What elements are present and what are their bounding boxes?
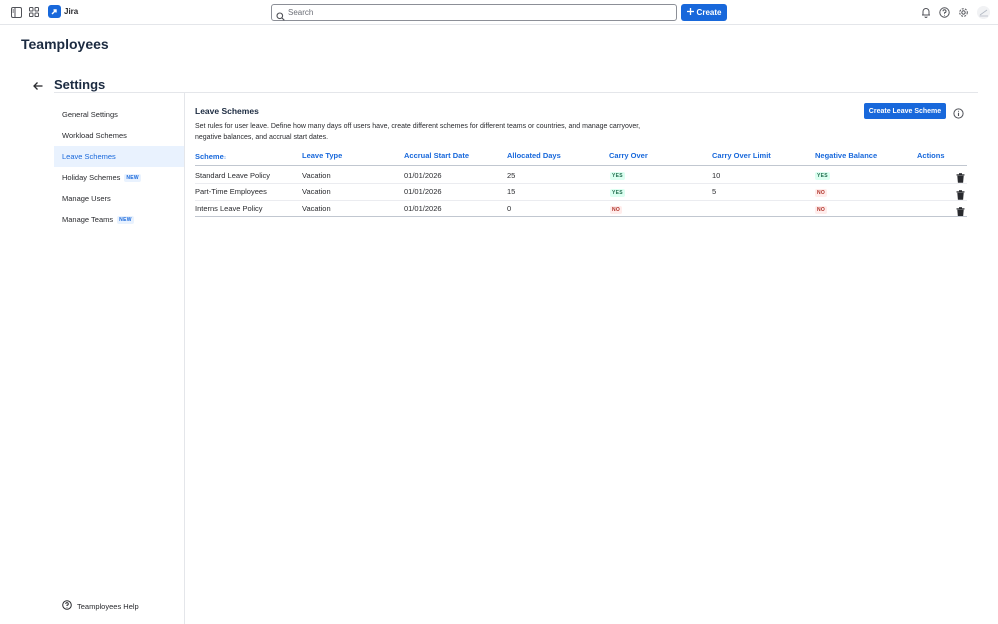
cell-accrual-start-date: 01/01/2026 <box>404 204 442 213</box>
help-link[interactable]: Teamployees Help <box>62 600 139 612</box>
status-badge: YES <box>610 189 625 197</box>
help-icon[interactable] <box>937 5 951 19</box>
plus-icon <box>686 8 694 17</box>
row-divider <box>195 200 967 201</box>
settings-sidebar: General Settings Workload Schemes Leave … <box>54 93 185 624</box>
cell-leave-type: Vacation <box>302 204 331 213</box>
cell-scheme: Interns Leave Policy <box>195 204 263 213</box>
sidebar-item-leave-schemes[interactable]: Leave Schemes <box>54 146 184 167</box>
column-header-actions: Actions <box>917 151 945 160</box>
column-header-negative-balance[interactable]: Negative Balance <box>815 151 877 160</box>
section-description: Set rules for user leave. Define how man… <box>195 123 641 141</box>
cell-scheme: Standard Leave Policy <box>195 171 271 180</box>
create-button[interactable]: Create <box>681 4 727 21</box>
table-header-divider <box>195 165 967 166</box>
section-title: Leave Schemes <box>195 106 259 116</box>
sidebar-item-label: Manage Teams <box>62 215 114 224</box>
sidebar-item-manage-teams[interactable]: Manage Teams NEW <box>54 209 184 230</box>
sidebar-item-general-settings[interactable]: General Settings <box>54 104 184 125</box>
sidebar-item-holiday-schemes[interactable]: Holiday Schemes NEW <box>54 167 184 188</box>
search-bar[interactable] <box>271 4 677 21</box>
cell-carry-over-limit: 5 <box>712 187 717 196</box>
sidebar-toggle-icon[interactable] <box>9 5 23 19</box>
row-divider <box>195 183 967 184</box>
search-input[interactable] <box>288 7 668 18</box>
cell-allocated-days: 15 <box>507 187 516 196</box>
new-badge: NEW <box>117 215 134 224</box>
new-badge: NEW <box>124 173 141 182</box>
sidebar-item-manage-users[interactable]: Manage Users <box>54 188 184 209</box>
cell-accrual-start-date: 01/01/2026 <box>404 171 442 180</box>
search-icon <box>276 8 285 26</box>
create-button-label: Create <box>696 8 722 17</box>
jira-logo-icon[interactable] <box>48 5 61 18</box>
column-header-carry-over-limit[interactable]: Carry Over Limit <box>712 151 771 160</box>
avatar[interactable] <box>977 6 990 19</box>
status-badge: YES <box>815 172 830 180</box>
column-header-scheme[interactable]: Scheme↕ <box>195 152 226 161</box>
cell-scheme: Part-Time Employees <box>195 187 267 196</box>
row-divider <box>195 216 967 217</box>
gear-icon[interactable] <box>956 5 970 19</box>
sidebar-item-label: General Settings <box>62 110 118 119</box>
column-header-leave-type[interactable]: Leave Type <box>302 151 342 160</box>
top-navigation-bar: Jira Create <box>0 0 998 25</box>
app-switcher-icon[interactable] <box>27 5 41 19</box>
sidebar-item-label: Leave Schemes <box>62 152 116 161</box>
status-badge: YES <box>610 172 625 180</box>
divider <box>54 92 978 93</box>
column-header-allocated-days[interactable]: Allocated Days <box>507 151 561 160</box>
cell-allocated-days: 25 <box>507 171 516 180</box>
page-title: Settings <box>54 77 106 92</box>
sidebar-item-label: Holiday Schemes <box>62 173 121 182</box>
column-header-label: Scheme <box>195 152 224 161</box>
cell-leave-type: Vacation <box>302 171 331 180</box>
column-header-accrual-start-date[interactable]: Accrual Start Date <box>404 151 469 160</box>
bell-icon[interactable] <box>919 5 933 19</box>
trash-icon[interactable] <box>956 204 965 217</box>
app-title: Teamployees <box>21 36 109 52</box>
cell-allocated-days: 0 <box>507 204 512 213</box>
cell-carry-over-limit: 10 <box>712 171 721 180</box>
app-name[interactable]: Jira <box>64 7 78 16</box>
trash-icon[interactable] <box>956 170 965 183</box>
status-badge: NO <box>815 206 828 214</box>
status-badge: NO <box>815 189 828 197</box>
help-link-label: Teamployees Help <box>77 601 139 611</box>
cell-leave-type: Vacation <box>302 187 331 196</box>
help-circle-icon <box>62 600 72 612</box>
create-leave-scheme-button[interactable]: Create Leave Scheme <box>864 103 946 119</box>
sidebar-item-label: Manage Users <box>62 194 111 203</box>
status-badge: NO <box>610 206 623 214</box>
sidebar-item-label: Workload Schemes <box>62 131 127 140</box>
sort-icon: ↕ <box>223 155 227 161</box>
sidebar-item-workload-schemes[interactable]: Workload Schemes <box>54 125 184 146</box>
cell-accrual-start-date: 01/01/2026 <box>404 187 442 196</box>
column-header-carry-over[interactable]: Carry Over <box>609 151 648 160</box>
trash-icon[interactable] <box>956 187 965 200</box>
back-arrow-icon[interactable] <box>32 79 44 91</box>
info-icon[interactable] <box>953 106 964 119</box>
